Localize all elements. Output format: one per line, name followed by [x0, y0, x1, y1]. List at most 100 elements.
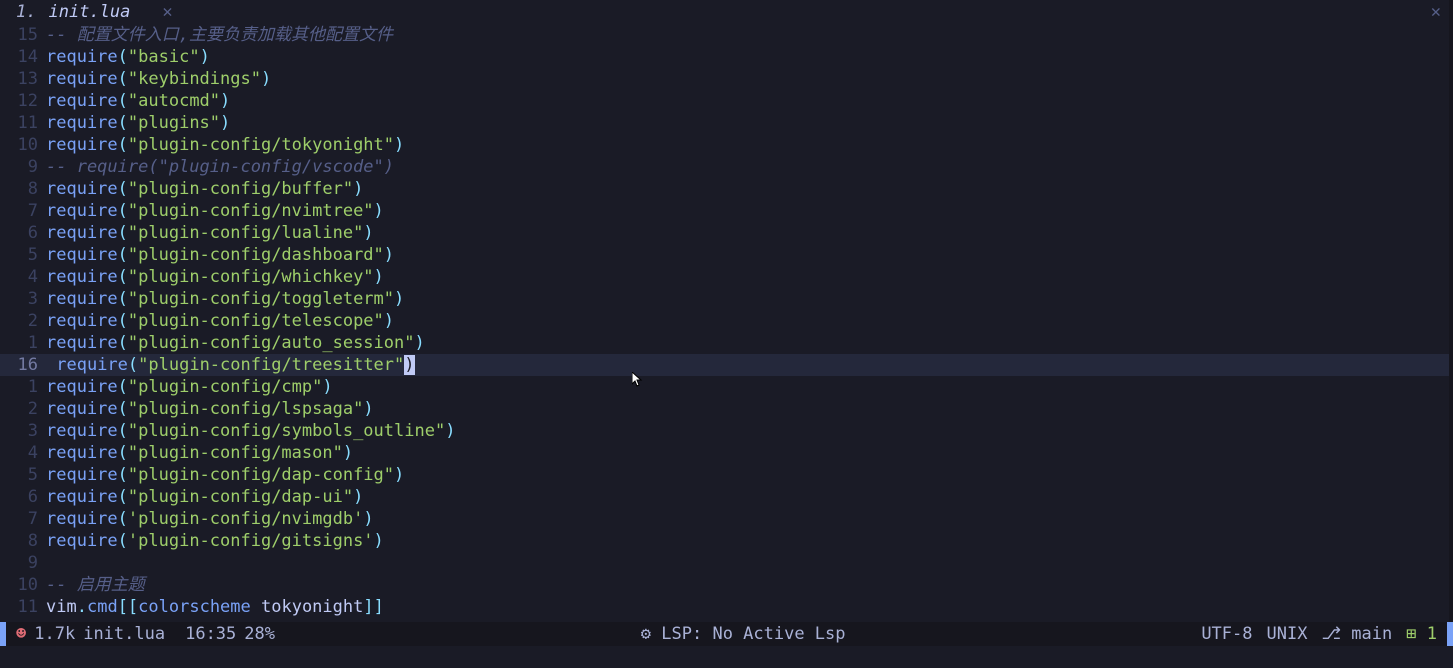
code-line[interactable]: 1require("plugin-config/cmp"): [0, 376, 1453, 398]
code-content: [44, 552, 1453, 574]
code-content: require("plugin-config/dap-config"): [44, 464, 1453, 486]
line-number: 3: [0, 288, 44, 310]
line-number: 4: [0, 442, 44, 464]
code-line[interactable]: 5require("plugin-config/dap-config"): [0, 464, 1453, 486]
code-content: require("plugin-config/symbols_outline"): [44, 420, 1453, 442]
code-line[interactable]: 16 require("plugin-config/treesitter"): [0, 354, 1453, 376]
code-content: require("plugin-config/treesitter"): [44, 354, 1453, 376]
code-line[interactable]: 9: [0, 552, 1453, 574]
line-number: 5: [0, 464, 44, 486]
line-number: 1: [0, 332, 44, 354]
code-line[interactable]: 11vim.cmd[[colorscheme tokyonight]]: [0, 596, 1453, 618]
tab-bar: 1. init.lua ✕: [0, 0, 1453, 24]
window-close-icon[interactable]: ✕: [1431, 2, 1441, 22]
code-content: require("keybindings"): [44, 68, 1453, 90]
code-content: require("plugin-config/telescope"): [44, 310, 1453, 332]
code-line[interactable]: 4require("plugin-config/mason"): [0, 442, 1453, 464]
line-number: 11: [0, 596, 44, 618]
code-content: require("plugin-config/toggleterm"): [44, 288, 1453, 310]
line-number: 11: [0, 112, 44, 134]
line-number: 2: [0, 310, 44, 332]
line-number: 7: [0, 200, 44, 222]
file-icon: ☻: [16, 624, 26, 644]
code-content: require("plugin-config/dap-ui"): [44, 486, 1453, 508]
window-separator: [1449, 0, 1453, 644]
line-number: 10: [0, 574, 44, 596]
code-content: require("plugin-config/tokyonight"): [44, 134, 1453, 156]
status-left: ☻ 1.7k init.lua: [6, 624, 175, 644]
code-content: require("plugin-config/auto_session"): [44, 332, 1453, 354]
command-line[interactable]: [0, 646, 1453, 668]
lsp-status: LSP: No Active Lsp: [661, 624, 845, 644]
code-content: require("plugin-config/cmp"): [44, 376, 1453, 398]
code-content: require("plugin-config/mason"): [44, 442, 1453, 464]
line-number: 1: [0, 376, 44, 398]
code-line[interactable]: 12require("autocmd"): [0, 90, 1453, 112]
code-line[interactable]: 11require("plugins"): [0, 112, 1453, 134]
status-right: UTF-8 UNIX ⎇ main ⊞ 1: [1201, 624, 1447, 644]
line-number: 3: [0, 420, 44, 442]
line-number: 16: [0, 354, 44, 376]
statusline: ☻ 1.7k init.lua 16:35 28% ⚙ LSP: No Acti…: [0, 622, 1453, 646]
code-content: require('plugin-config/gitsigns'): [44, 530, 1453, 552]
line-number: 8: [0, 178, 44, 200]
git-icon: ⎇: [1321, 624, 1341, 644]
status-center: ⚙ LSP: No Active Lsp: [285, 624, 1201, 644]
code-content: require("plugin-config/whichkey"): [44, 266, 1453, 288]
code-line[interactable]: 7require('plugin-config/nvimgdb'): [0, 508, 1453, 530]
code-line[interactable]: 8require('plugin-config/gitsigns'): [0, 530, 1453, 552]
code-content: require('plugin-config/nvimgdb'): [44, 508, 1453, 530]
tab-init-lua[interactable]: 1. init.lua ✕: [6, 2, 183, 22]
code-content: require("plugins"): [44, 112, 1453, 134]
tab-index: 1.: [16, 2, 36, 22]
line-number: 10: [0, 134, 44, 156]
code-line[interactable]: 3require("plugin-config/symbols_outline"…: [0, 420, 1453, 442]
code-line[interactable]: 1require("plugin-config/auto_session"): [0, 332, 1453, 354]
encoding: UTF-8: [1201, 624, 1252, 644]
code-line[interactable]: 2require("plugin-config/lspsaga"): [0, 398, 1453, 420]
line-number: 7: [0, 508, 44, 530]
git-branch: ⎇ main: [1321, 624, 1392, 644]
line-number: 9: [0, 552, 44, 574]
line-number: 6: [0, 486, 44, 508]
line-number: 9: [0, 156, 44, 178]
line-number: 13: [0, 68, 44, 90]
file-format: UNIX: [1267, 624, 1308, 644]
line-number: 15: [0, 24, 44, 46]
scroll-percent: 28%: [244, 624, 275, 644]
code-content: -- 配置文件入口,主要负责加载其他配置文件: [44, 24, 1453, 46]
line-number: 5: [0, 244, 44, 266]
git-diff-added: ⊞ 1: [1406, 624, 1437, 644]
code-line[interactable]: 2require("plugin-config/telescope"): [0, 310, 1453, 332]
status-position: 16:35 28%: [175, 624, 285, 644]
tab-close-icon[interactable]: ✕: [162, 2, 172, 22]
code-line[interactable]: 4require("plugin-config/whichkey"): [0, 266, 1453, 288]
cursor-position: 16:35: [185, 624, 236, 644]
file-size: 1.7k: [34, 624, 75, 644]
code-line[interactable]: 9-- require("plugin-config/vscode"): [0, 156, 1453, 178]
code-content: require("plugin-config/dashboard"): [44, 244, 1453, 266]
code-line[interactable]: 13require("keybindings"): [0, 68, 1453, 90]
code-line[interactable]: 6require("plugin-config/lualine"): [0, 222, 1453, 244]
code-line[interactable]: 5require("plugin-config/dashboard"): [0, 244, 1453, 266]
code-line[interactable]: 8require("plugin-config/buffer"): [0, 178, 1453, 200]
code-line[interactable]: 3require("plugin-config/toggleterm"): [0, 288, 1453, 310]
editor-area[interactable]: 15-- 配置文件入口,主要负责加载其他配置文件14require("basic…: [0, 24, 1453, 622]
code-line[interactable]: 7require("plugin-config/nvimtree"): [0, 200, 1453, 222]
code-line[interactable]: 15-- 配置文件入口,主要负责加载其他配置文件: [0, 24, 1453, 46]
line-number: 14: [0, 46, 44, 68]
code-content: vim.cmd[[colorscheme tokyonight]]: [44, 596, 1453, 618]
mode-indicator-right: [1447, 622, 1453, 646]
line-number: 2: [0, 398, 44, 420]
diff-add-icon: ⊞: [1406, 624, 1416, 644]
code-line[interactable]: 6require("plugin-config/dap-ui"): [0, 486, 1453, 508]
code-content: -- require("plugin-config/vscode"): [44, 156, 1453, 178]
code-line[interactable]: 10-- 启用主题: [0, 574, 1453, 596]
code-content: require("basic"): [44, 46, 1453, 68]
code-line[interactable]: 10require("plugin-config/tokyonight"): [0, 134, 1453, 156]
diff-add-count: 1: [1427, 624, 1437, 644]
lsp-icon: ⚙: [641, 624, 651, 644]
branch-name: main: [1351, 624, 1392, 644]
code-content: require("plugin-config/buffer"): [44, 178, 1453, 200]
code-line[interactable]: 14require("basic"): [0, 46, 1453, 68]
